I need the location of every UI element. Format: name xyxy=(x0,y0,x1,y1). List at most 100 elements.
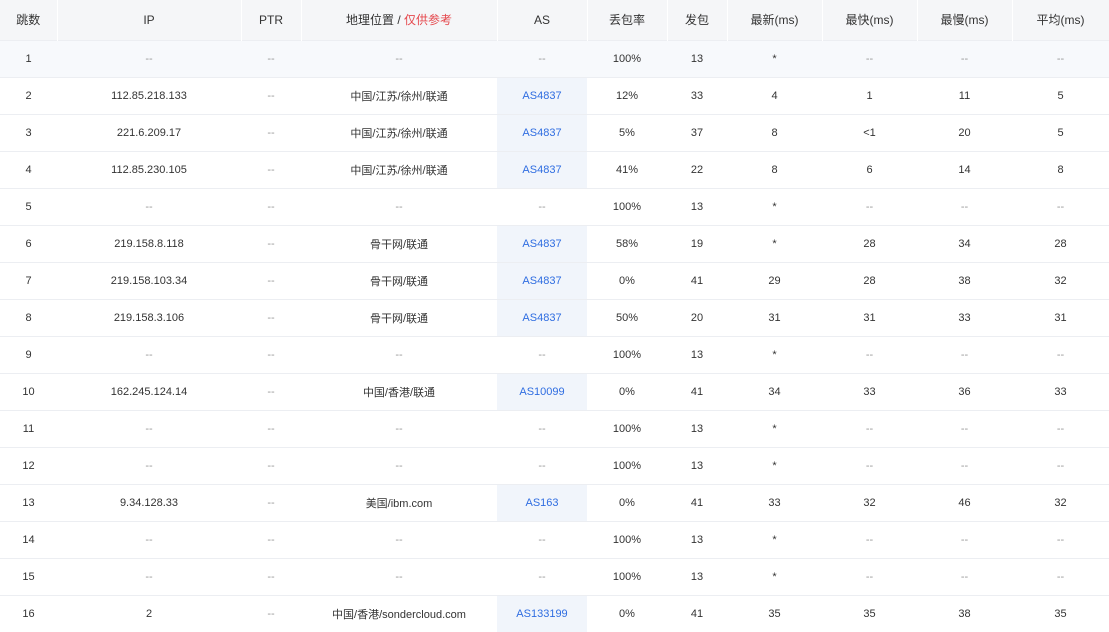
cell-as: AS4837 xyxy=(497,151,587,188)
cell-ptr: -- xyxy=(267,459,275,472)
cell-geo: -- xyxy=(395,422,403,435)
cell-geo: -- xyxy=(395,52,403,65)
cell-ptr: -- xyxy=(267,570,275,583)
cell-loss: 100% xyxy=(612,459,642,472)
cell-loss: 50% xyxy=(615,311,639,324)
cell-best: -- xyxy=(865,533,874,546)
cell-ptr: -- xyxy=(267,422,275,435)
cell-last: * xyxy=(772,200,777,213)
cell-ip: -- xyxy=(145,533,153,546)
cell-best: 32 xyxy=(863,496,876,509)
traceroute-table: 跳数 IP PTR 地理位置 / 仅供参考 AS 丢包率 发包 最新(ms) 最… xyxy=(0,0,1109,632)
cell-best: -- xyxy=(865,459,874,472)
cell-geo: 美国/ibm.com xyxy=(365,497,433,510)
as-link[interactable]: AS4837 xyxy=(522,238,561,250)
cell-sent: 20 xyxy=(690,311,704,324)
cell-worst: -- xyxy=(960,52,969,65)
cell-hop: 16 xyxy=(22,607,35,620)
table-row: 14 -- -- -- -- 100% 13 * -- -- -- xyxy=(0,521,1109,558)
cell-ip: -- xyxy=(145,200,153,213)
cell-ptr: -- xyxy=(267,52,275,65)
cell-hop: 15 xyxy=(22,570,35,583)
cell-hop: 7 xyxy=(25,274,32,287)
cell-avg: 8 xyxy=(1057,163,1064,176)
cell-sent: 13 xyxy=(690,348,704,361)
cell-as: AS4837 xyxy=(497,262,587,299)
cell-sent: 13 xyxy=(690,200,704,213)
cell-loss: 100% xyxy=(612,52,642,65)
cell-best: -- xyxy=(865,348,874,361)
header-geo-label: 地理位置 xyxy=(345,13,394,28)
header-geo-hint: 仅供参考 xyxy=(404,13,453,28)
cell-best: -- xyxy=(865,422,874,435)
cell-best: 35 xyxy=(863,607,876,620)
as-link[interactable]: AS4837 xyxy=(522,90,561,102)
cell-last: 4 xyxy=(771,89,778,102)
cell-last: * xyxy=(772,533,777,546)
header-geo-separator: / xyxy=(393,13,404,28)
cell-best: -- xyxy=(865,200,874,213)
cell-as: -- xyxy=(538,200,546,213)
cell-sent: 37 xyxy=(690,126,704,139)
cell-worst: 36 xyxy=(958,385,971,398)
cell-hop: 3 xyxy=(25,126,32,139)
cell-as: -- xyxy=(538,422,546,435)
table-row: 4 112.85.230.105 -- 中国/江苏/徐州/联通 AS4837 41% 22 8… xyxy=(0,151,1109,188)
cell-worst: -- xyxy=(960,459,969,472)
table-row: 5 -- -- -- -- 100% 13 * -- -- -- xyxy=(0,188,1109,225)
cell-ip: 9.34.128.33 xyxy=(119,496,179,509)
cell-hop: 2 xyxy=(25,89,32,102)
cell-best: -- xyxy=(865,52,874,65)
cell-as: -- xyxy=(538,570,546,583)
cell-as: AS10099 xyxy=(497,373,587,410)
cell-sent: 41 xyxy=(690,496,704,509)
table-row: 6 219.158.8.118 -- 骨干网/联通 AS4837 58% 19 * 28 34 28 xyxy=(0,225,1109,262)
as-link[interactable]: AS4837 xyxy=(522,164,561,176)
cell-avg: 5 xyxy=(1057,89,1064,102)
header-worst: 最慢(ms) xyxy=(917,0,1013,40)
cell-avg: 31 xyxy=(1054,311,1067,324)
cell-avg: -- xyxy=(1056,52,1065,65)
as-link[interactable]: AS4837 xyxy=(522,275,561,287)
cell-avg: -- xyxy=(1056,422,1065,435)
table-row: 2 112.85.218.133 -- 中国/江苏/徐州/联通 AS4837 12% 33 4… xyxy=(0,77,1109,114)
cell-geo: 中国/香港/sondercloud.com xyxy=(332,608,466,621)
cell-best: 1 xyxy=(866,89,873,102)
cell-ip: -- xyxy=(145,52,153,65)
cell-best: -- xyxy=(865,570,874,583)
as-link[interactable]: AS163 xyxy=(525,497,558,509)
cell-hop: 11 xyxy=(22,422,35,435)
cell-ptr: -- xyxy=(267,237,275,250)
cell-geo: 中国/香港/联通 xyxy=(362,386,436,399)
cell-worst: 38 xyxy=(958,274,971,287)
cell-ptr: -- xyxy=(267,311,275,324)
table-row: 11 -- -- -- -- 100% 13 * -- -- -- xyxy=(0,410,1109,447)
cell-hop: 1 xyxy=(25,52,32,65)
header-ip: IP xyxy=(57,0,242,40)
cell-last: 8 xyxy=(771,126,778,139)
table-row: 10 162.245.124.14 -- 中国/香港/联通 AS10099 0% 41 34 3… xyxy=(0,373,1109,410)
cell-avg: -- xyxy=(1056,533,1065,546)
cell-ip: -- xyxy=(145,459,153,472)
cell-hop: 5 xyxy=(25,200,32,213)
table-row: 16 2 -- 中国/香港/sondercloud.com AS133199 0% 41 35… xyxy=(0,595,1109,632)
as-link[interactable]: AS133199 xyxy=(516,608,567,620)
cell-ip: 112.85.218.133 xyxy=(111,89,187,102)
cell-best: 28 xyxy=(863,274,876,287)
cell-geo: 中国/江苏/徐州/联通 xyxy=(350,164,448,177)
cell-sent: 13 xyxy=(690,533,704,546)
cell-last: * xyxy=(772,52,777,65)
as-link[interactable]: AS4837 xyxy=(522,312,561,324)
as-link[interactable]: AS10099 xyxy=(519,386,564,398)
cell-worst: 14 xyxy=(958,163,971,176)
cell-ptr: -- xyxy=(267,385,275,398)
cell-best: 6 xyxy=(866,163,873,176)
cell-avg: 35 xyxy=(1054,607,1067,620)
cell-worst: 38 xyxy=(958,607,971,620)
as-link[interactable]: AS4837 xyxy=(522,127,561,139)
cell-worst: -- xyxy=(960,348,969,361)
cell-as: -- xyxy=(538,52,546,65)
cell-geo: 中国/江苏/徐州/联通 xyxy=(350,127,448,140)
table-row: 9 -- -- -- -- 100% 13 * -- -- -- xyxy=(0,336,1109,373)
cell-hop: 8 xyxy=(25,311,32,324)
